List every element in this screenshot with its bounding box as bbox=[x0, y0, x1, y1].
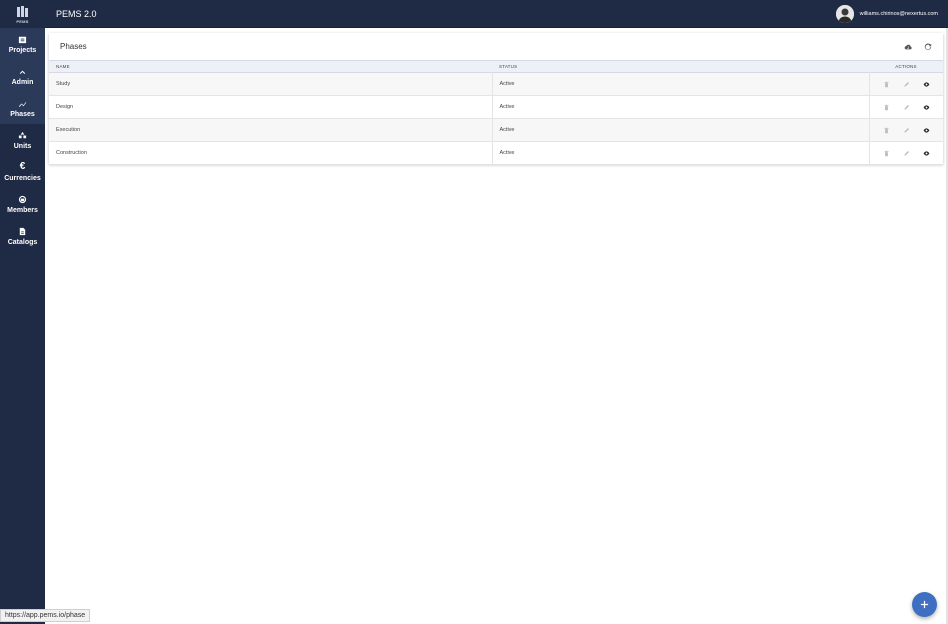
table-row[interactable]: Execution Active bbox=[49, 118, 943, 142]
user-menu[interactable]: williams.chirinos@nexertus.com bbox=[835, 4, 938, 23]
edit-icon[interactable] bbox=[902, 149, 911, 158]
cell-name: Design bbox=[56, 104, 74, 110]
logo-text: PEMS bbox=[16, 19, 29, 24]
plus-icon bbox=[920, 600, 929, 609]
view-icon[interactable] bbox=[922, 149, 931, 158]
sidebar-item-currencies[interactable]: € Currencies bbox=[0, 156, 45, 188]
sidebar-item-label: Catalogs bbox=[7, 239, 38, 246]
sidebar-item-label: Projects bbox=[8, 47, 37, 54]
user-email: williams.chirinos@nexertus.com bbox=[859, 10, 938, 17]
cell-status: Active bbox=[491, 141, 869, 165]
cell-status: Active bbox=[491, 118, 869, 142]
briefcase-icon bbox=[18, 34, 28, 44]
logo-icon bbox=[17, 6, 28, 17]
cell-name: Execution bbox=[56, 127, 81, 133]
cloud-download-icon[interactable] bbox=[902, 41, 914, 53]
sidebar-item-label: Members bbox=[7, 207, 38, 214]
euro-icon: € bbox=[19, 161, 26, 172]
view-icon[interactable] bbox=[922, 126, 931, 135]
cell-status: Active bbox=[491, 72, 869, 96]
members-icon bbox=[18, 194, 28, 204]
sidebar-item-phases[interactable]: Phases bbox=[0, 92, 45, 124]
sidebar-item-label: Units bbox=[13, 143, 32, 150]
sidebar-item-members[interactable]: Members bbox=[0, 188, 45, 220]
cell-name: Study bbox=[56, 81, 71, 87]
table-row[interactable]: Design Active bbox=[49, 95, 943, 119]
view-icon[interactable] bbox=[922, 80, 931, 89]
shapes-icon bbox=[18, 130, 28, 140]
app-logo[interactable]: PEMS bbox=[0, 0, 45, 28]
user-photo-icon bbox=[835, 4, 854, 23]
sidebar-item-label: Phases bbox=[10, 111, 35, 118]
phases-card: Phases NAME STATUS ACTIONS Study Active bbox=[49, 33, 943, 165]
status-bar-url: https://app.pems.io/phase bbox=[0, 609, 91, 622]
sidebar-item-label: Currencies bbox=[4, 175, 41, 182]
sidebar: PEMS Projects Admin Phases Units € Curre… bbox=[0, 0, 45, 624]
trend-icon bbox=[18, 98, 28, 108]
edit-icon[interactable] bbox=[902, 126, 911, 135]
delete-icon[interactable] bbox=[882, 80, 891, 89]
sidebar-item-admin[interactable]: Admin bbox=[0, 60, 45, 92]
add-phase-button[interactable] bbox=[912, 592, 937, 617]
page-title: Phases bbox=[60, 42, 87, 51]
column-header-status[interactable]: STATUS bbox=[492, 61, 869, 73]
sidebar-item-units[interactable]: Units bbox=[0, 124, 45, 156]
cell-name: Construction bbox=[56, 150, 87, 156]
sidebar-item-projects[interactable]: Projects bbox=[0, 28, 45, 60]
cell-actions bbox=[868, 141, 943, 165]
avatar[interactable] bbox=[835, 4, 854, 23]
sidebar-item-label: Admin bbox=[11, 79, 34, 86]
delete-icon[interactable] bbox=[882, 149, 891, 158]
card-actions bbox=[894, 41, 934, 53]
cell-actions bbox=[868, 95, 943, 119]
refresh-icon[interactable] bbox=[922, 41, 934, 53]
chevron-up-icon bbox=[18, 66, 28, 76]
top-bar: PEMS 2.0 williams.chirinos@nexertus.com bbox=[45, 0, 948, 28]
cell-actions bbox=[868, 118, 943, 142]
cell-actions bbox=[868, 72, 943, 96]
table-row[interactable]: Study Active bbox=[49, 72, 943, 96]
column-header-name[interactable]: NAME bbox=[49, 61, 492, 73]
cell-status: Active bbox=[491, 95, 869, 119]
sidebar-item-catalogs[interactable]: Catalogs bbox=[0, 220, 45, 252]
phases-table: NAME STATUS ACTIONS Study Active Design bbox=[49, 60, 943, 165]
edit-icon[interactable] bbox=[902, 80, 911, 89]
column-header-actions: ACTIONS bbox=[895, 64, 917, 69]
table-row[interactable]: Construction Active bbox=[49, 141, 943, 165]
delete-icon[interactable] bbox=[882, 126, 891, 135]
table-header-row: NAME STATUS ACTIONS bbox=[49, 60, 943, 73]
app-title: PEMS 2.0 bbox=[56, 8, 97, 19]
view-icon[interactable] bbox=[922, 103, 931, 112]
card-header: Phases bbox=[49, 33, 943, 60]
edit-icon[interactable] bbox=[902, 103, 911, 112]
delete-icon[interactable] bbox=[882, 103, 891, 112]
document-icon bbox=[18, 226, 28, 236]
